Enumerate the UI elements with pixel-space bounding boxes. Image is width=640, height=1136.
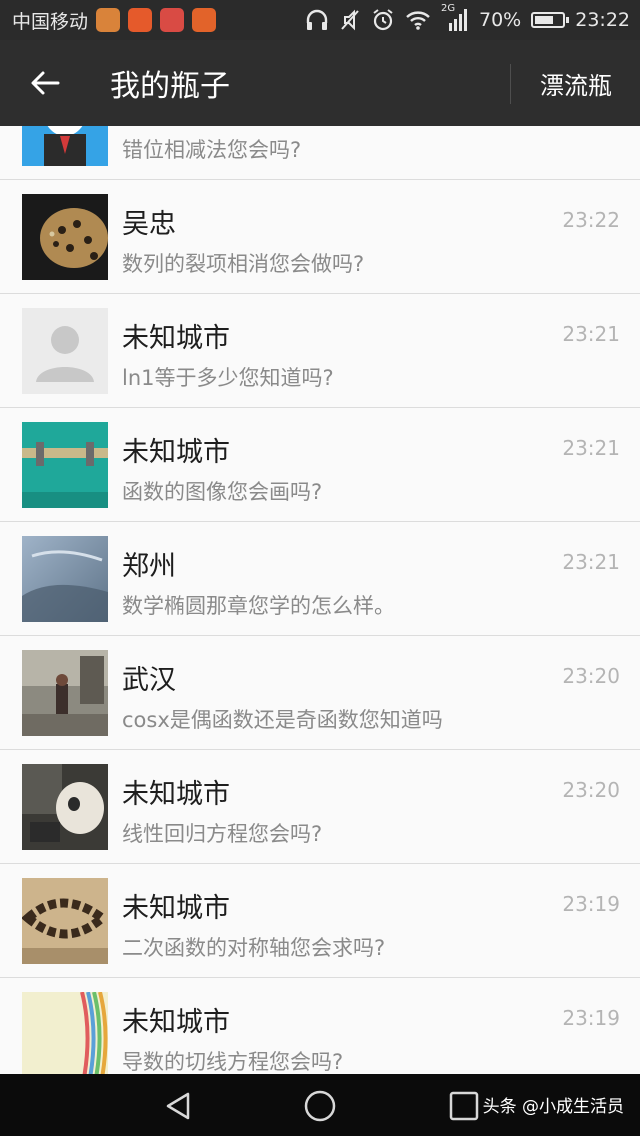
- notification-app-icon: [96, 8, 121, 32]
- battery-percent: 70%: [479, 9, 522, 31]
- list-item[interactable]: 未知城市 线性回归方程您会吗? 23:20: [0, 750, 640, 864]
- header-divider: [510, 64, 511, 104]
- sender-city: 未知城市: [122, 437, 230, 468]
- street-avatar: [22, 650, 108, 736]
- sender-city: 郑州: [122, 551, 176, 582]
- bottle-list[interactable]: 错位相减法您会吗? 吴忠 数列的裂项相消您会做吗? 23:22 未知城市 ln1…: [0, 126, 640, 1074]
- rabbit-avatar: [22, 126, 108, 166]
- nav-home-button[interactable]: [302, 1088, 338, 1124]
- timestamp: 23:21: [562, 550, 620, 574]
- timestamp: 23:21: [562, 322, 620, 346]
- message-preview: 导数的切线方程您会吗?: [122, 1050, 344, 1074]
- page-title: 我的瓶子: [110, 69, 230, 104]
- alarm-icon: [373, 9, 393, 31]
- message-preview: 数列的裂项相消您会做吗?: [122, 252, 365, 276]
- nav-recents-button[interactable]: [446, 1088, 482, 1124]
- battery-icon: [531, 12, 570, 28]
- message-preview: 数学椭圆那章您学的怎么样。: [122, 594, 395, 618]
- drift-bottle-button[interactable]: 漂流瓶: [540, 40, 612, 126]
- timestamp: 23:19: [562, 1006, 620, 1030]
- list-item[interactable]: 错位相减法您会吗?: [0, 126, 640, 180]
- sender-city: 未知城市: [122, 779, 230, 810]
- list-item[interactable]: 武汉 cosx是偶函数还是奇函数您知道吗 23:20: [0, 636, 640, 750]
- list-item[interactable]: 郑州 数学椭圆那章您学的怎么样。 23:21: [0, 522, 640, 636]
- notification-app-icon: [160, 8, 185, 32]
- message-preview: ln1等于多少您知道吗?: [122, 366, 334, 390]
- nav-back-button[interactable]: [160, 1088, 196, 1124]
- message-preview: cosx是偶函数还是奇函数您知道吗: [122, 708, 443, 732]
- bracelet-avatar: [22, 878, 108, 964]
- headphones-icon: [306, 9, 328, 30]
- sender-city: 吴忠: [122, 209, 176, 240]
- watermark: 头条 @小成生活员: [482, 1097, 624, 1117]
- sky-avatar: [22, 536, 108, 622]
- arrow-left-icon: [31, 71, 60, 95]
- message-preview: 错位相减法您会吗?: [122, 138, 302, 162]
- list-item[interactable]: 未知城市 导数的切线方程您会吗? 23:19: [0, 978, 640, 1074]
- list-item[interactable]: 未知城市 二次函数的对称轴您会求吗? 23:19: [0, 864, 640, 978]
- sender-city: 未知城市: [122, 893, 230, 924]
- leopard-avatar: [22, 194, 108, 280]
- weibo-icon: [128, 8, 153, 32]
- sender-city: 未知城市: [122, 323, 230, 354]
- sender-city: 未知城市: [122, 1007, 230, 1038]
- clock: 23:22: [575, 9, 630, 31]
- carrier-label: 中国移动: [12, 10, 89, 33]
- sender-city: 武汉: [122, 665, 176, 696]
- list-item[interactable]: 吴忠 数列的裂项相消您会做吗? 23:22: [0, 180, 640, 294]
- stripes-avatar: [22, 992, 108, 1074]
- timestamp: 23:22: [562, 208, 620, 232]
- system-nav-bar: 头条 @小成生活员: [0, 1074, 640, 1136]
- message-preview: 线性回归方程您会吗?: [122, 822, 323, 846]
- wifi-icon: [406, 11, 430, 30]
- back-button[interactable]: [0, 40, 90, 126]
- status-bar: 中国移动 2G 70% 23:22: [0, 0, 640, 40]
- message-preview: 函数的图像您会画吗?: [122, 480, 323, 504]
- teal-door-avatar: [22, 422, 108, 508]
- app-header: 我的瓶子 漂流瓶: [0, 40, 640, 126]
- mute-icon: [341, 9, 359, 31]
- timestamp: 23:20: [562, 664, 620, 688]
- default-person-avatar: [22, 308, 108, 394]
- timestamp: 23:19: [562, 892, 620, 916]
- timestamp: 23:21: [562, 436, 620, 460]
- timestamp: 23:20: [562, 778, 620, 802]
- message-preview: 二次函数的对称轴您会求吗?: [122, 936, 386, 960]
- signal-icon: 2G: [441, 3, 469, 33]
- weibo-icon: [192, 8, 217, 32]
- dog-avatar: [22, 764, 108, 850]
- list-item[interactable]: 未知城市 ln1等于多少您知道吗? 23:21: [0, 294, 640, 408]
- list-item[interactable]: 未知城市 函数的图像您会画吗? 23:21: [0, 408, 640, 522]
